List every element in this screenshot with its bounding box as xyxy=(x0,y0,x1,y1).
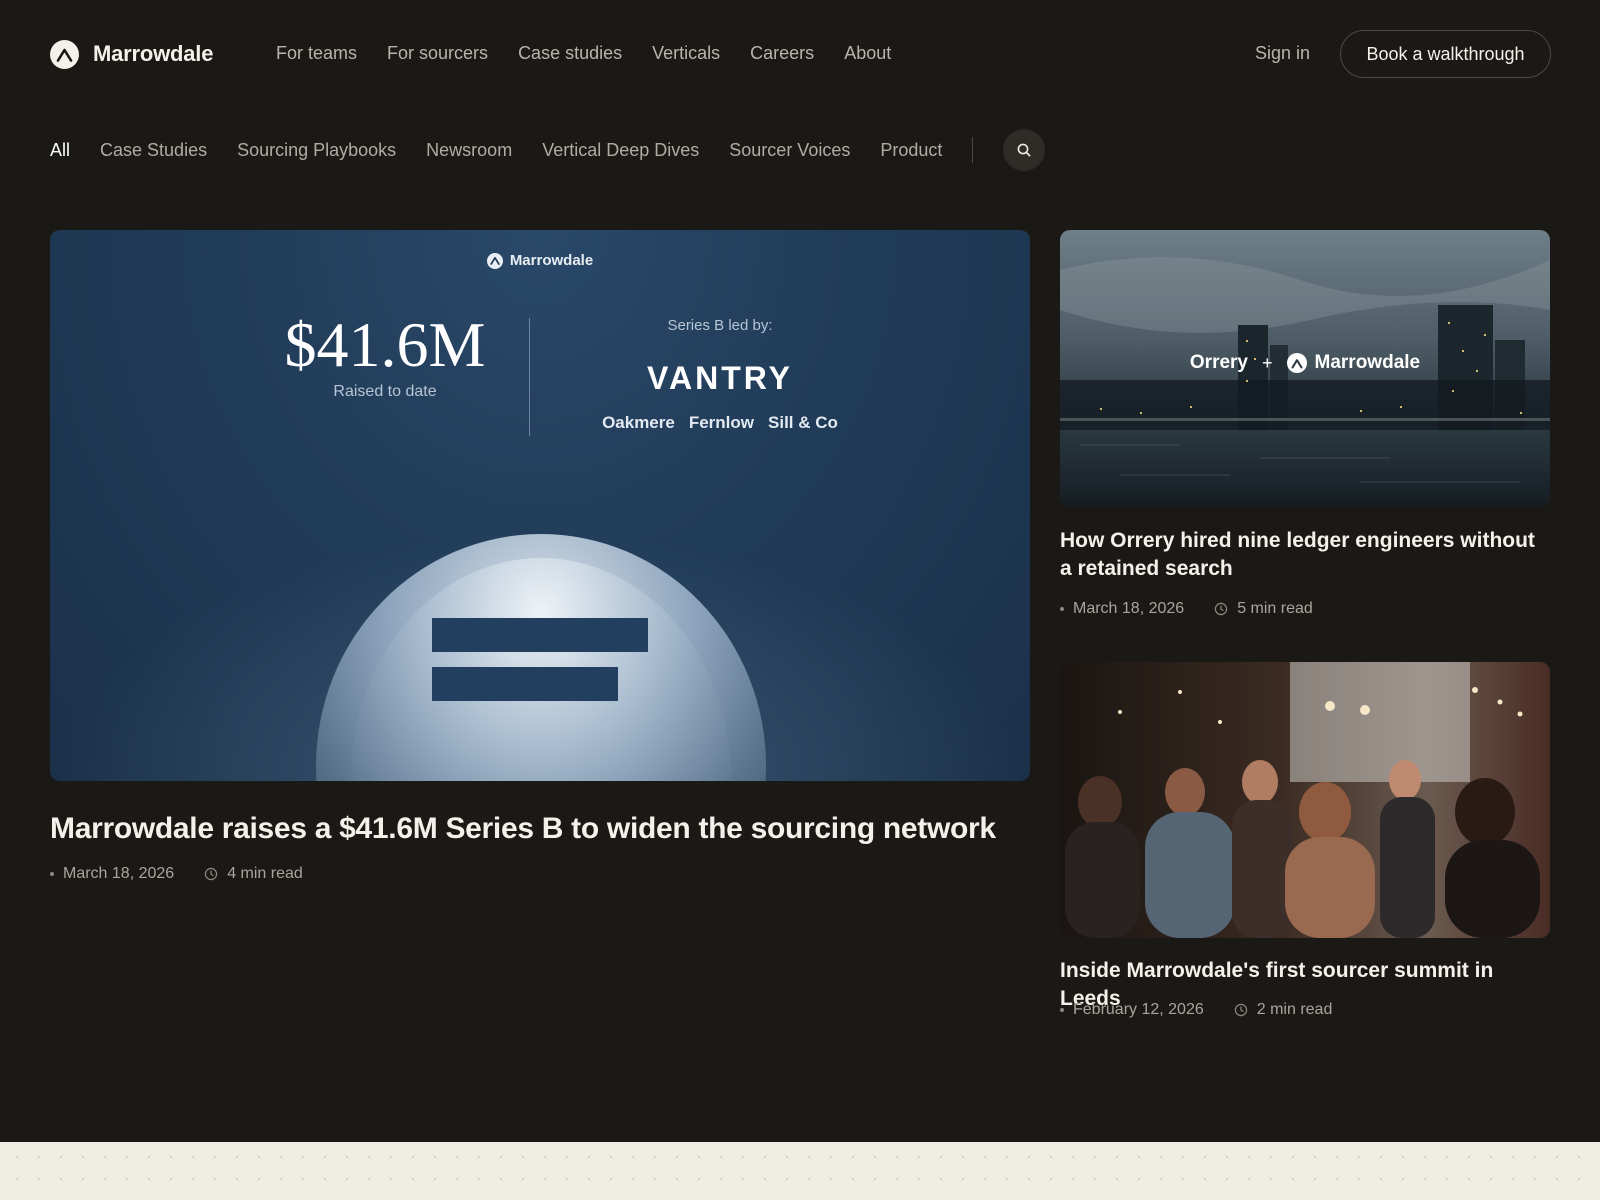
nav-link-for-teams[interactable]: For teams xyxy=(276,43,357,64)
hero-logo: Marrowdale xyxy=(50,252,1030,269)
clock-icon xyxy=(204,867,218,881)
featured-article-title[interactable]: Marrowdale raises a $41.6M Series B to w… xyxy=(50,812,1030,846)
article-date: March 18, 2026 xyxy=(1073,600,1185,617)
read-time: 5 min read xyxy=(1237,600,1313,617)
featured-article-meta: March 18, 2026 4 min read xyxy=(50,865,303,883)
category-filters: All Case Studies Sourcing Playbooks News… xyxy=(50,128,1046,172)
sign-in-link[interactable]: Sign in xyxy=(1255,43,1310,64)
article-card-image[interactable]: Orrery + Marrowdale xyxy=(1060,230,1550,506)
nav-link-for-sourcers[interactable]: For sourcers xyxy=(387,43,488,64)
nav-link-case-studies[interactable]: Case studies xyxy=(518,43,622,64)
funding-amount: $41.6M xyxy=(284,309,486,380)
cobrand-overlay: Orrery + Marrowdale xyxy=(1060,352,1550,374)
article-card-meta: March 18, 2026 5 min read xyxy=(1060,600,1313,618)
filter-divider xyxy=(972,137,974,163)
cobrand-brand-name: Marrowdale xyxy=(1314,352,1421,373)
funding-amount-label: Raised to date xyxy=(333,383,437,400)
filter-newsroom[interactable]: Newsroom xyxy=(426,140,512,161)
article-card-title[interactable]: How Orrery hired nine ledger engineers w… xyxy=(1060,527,1550,583)
brand-mark-icon xyxy=(486,252,503,269)
filter-sourcing-playbooks[interactable]: Sourcing Playbooks xyxy=(237,140,396,161)
brand-mark-icon xyxy=(50,39,79,69)
nav-link-verticals[interactable]: Verticals xyxy=(652,43,720,64)
article-date: March 18, 2026 xyxy=(63,865,175,882)
article-card-meta: February 12, 2026 2 min read xyxy=(1060,1001,1332,1019)
clock-icon xyxy=(1234,1003,1248,1017)
search-icon xyxy=(1017,143,1031,157)
hero-logo-text: Marrowdale xyxy=(509,252,594,269)
summit-crowd-photo xyxy=(1060,662,1550,938)
investor-name: Oakmere xyxy=(602,413,675,432)
filter-case-studies[interactable]: Case Studies xyxy=(100,140,207,161)
clock-icon xyxy=(1214,602,1228,616)
featured-article-image[interactable]: Marrowdale $41.6M Raised to date Series … xyxy=(50,230,1030,781)
book-walkthrough-button[interactable]: Book a walkthrough xyxy=(1340,30,1551,78)
led-by-label: Series B led by: xyxy=(667,317,773,334)
article-date: February 12, 2026 xyxy=(1073,1001,1204,1018)
lead-investor: VANTRY xyxy=(647,360,793,396)
hero-sphere-illustration xyxy=(316,516,766,781)
investor-name: Fernlow xyxy=(688,413,755,432)
bullet-dot xyxy=(50,872,54,876)
top-nav: Marrowdale For teams For sourcers Case s… xyxy=(0,0,1600,110)
filter-vertical-deep-dives[interactable]: Vertical Deep Dives xyxy=(542,140,699,161)
footer-dotted-strip xyxy=(0,1142,1600,1200)
brand-name: Marrowdale xyxy=(93,41,214,66)
investor-name: Sill & Co xyxy=(768,413,838,432)
bullet-dot xyxy=(1060,607,1064,611)
filter-product[interactable]: Product xyxy=(880,140,942,161)
plus-sign: + xyxy=(1262,352,1273,373)
hero-divider xyxy=(529,318,530,436)
filter-all[interactable]: All xyxy=(50,140,70,161)
read-time: 2 min read xyxy=(1256,1001,1333,1018)
primary-nav: For teams For sourcers Case studies Vert… xyxy=(276,43,891,64)
read-time: 4 min read xyxy=(227,865,303,882)
brand-logo[interactable]: Marrowdale xyxy=(50,39,213,69)
bullet-dot xyxy=(1060,1008,1064,1012)
investor-list: Oakmere Fernlow Sill & Co xyxy=(560,413,880,433)
article-card-image[interactable] xyxy=(1060,662,1550,938)
filter-sourcer-voices[interactable]: Sourcer Voices xyxy=(729,140,850,161)
search-button[interactable] xyxy=(1003,129,1046,171)
partner-name: Orrery xyxy=(1189,352,1248,373)
nav-link-careers[interactable]: Careers xyxy=(750,43,814,64)
brand-mark-icon xyxy=(1286,353,1307,373)
nav-link-about[interactable]: About xyxy=(844,43,891,64)
